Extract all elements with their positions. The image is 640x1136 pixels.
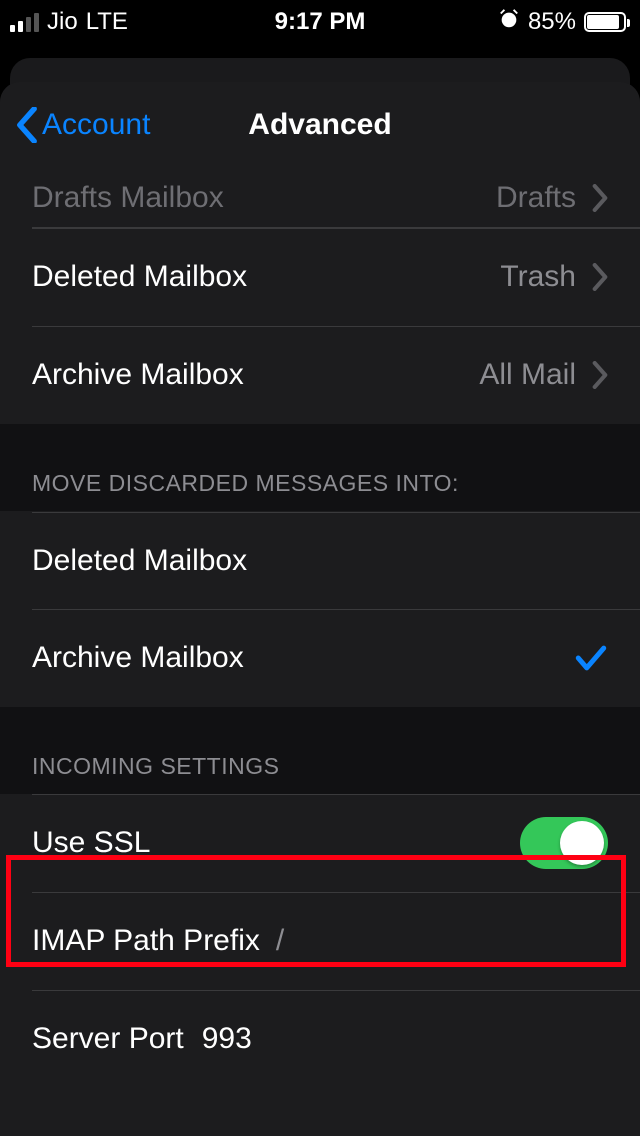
discarded-archive-label: Archive Mailbox	[32, 641, 574, 675]
chevron-right-icon	[592, 184, 608, 212]
network-label: LTE	[86, 8, 128, 36]
chevron-left-icon	[16, 107, 38, 143]
use-ssl-row[interactable]: Use SSL	[0, 794, 640, 892]
archive-mailbox-label: Archive Mailbox	[32, 358, 479, 392]
discarded-header: Move Discarded Messages Into:	[0, 424, 640, 511]
archive-mailbox-row[interactable]: Archive Mailbox All Mail	[0, 326, 640, 424]
chevron-right-icon	[592, 361, 608, 389]
deleted-mailbox-row[interactable]: Deleted Mailbox Trash	[0, 228, 640, 326]
archive-mailbox-value: All Mail	[479, 358, 576, 392]
status-right: 85%	[498, 8, 626, 36]
signal-icon	[10, 12, 39, 32]
drafts-mailbox-row[interactable]: Drafts Mailbox Drafts	[0, 168, 640, 228]
carrier-label: Jio	[47, 8, 78, 36]
use-ssl-toggle[interactable]	[520, 817, 608, 869]
drafts-mailbox-label: Drafts Mailbox	[32, 181, 496, 215]
page-title: Advanced	[248, 108, 391, 142]
incoming-header: Incoming Settings	[0, 707, 640, 794]
drafts-mailbox-value: Drafts	[496, 181, 576, 215]
status-bar: Jio LTE 9:17 PM 85%	[0, 0, 640, 44]
back-button[interactable]: Account	[16, 107, 150, 143]
settings-sheet: Account Advanced Drafts Mailbox Drafts D…	[0, 82, 640, 1136]
use-ssl-label: Use SSL	[32, 826, 520, 860]
back-label: Account	[42, 108, 150, 142]
imap-prefix-value: /	[276, 924, 284, 958]
discarded-deleted-label: Deleted Mailbox	[32, 544, 608, 578]
server-port-label: Server Port	[32, 1022, 184, 1056]
server-port-value: 993	[202, 1022, 252, 1056]
content-scroll[interactable]: Drafts Mailbox Drafts Deleted Mailbox Tr…	[0, 168, 640, 1136]
imap-prefix-label: IMAP Path Prefix	[32, 924, 260, 958]
deleted-mailbox-label: Deleted Mailbox	[32, 260, 500, 294]
battery-icon	[584, 12, 626, 32]
nav-bar: Account Advanced	[0, 82, 640, 168]
deleted-mailbox-value: Trash	[500, 260, 576, 294]
discarded-group: Deleted Mailbox Archive Mailbox	[0, 511, 640, 707]
chevron-right-icon	[592, 263, 608, 291]
clock-label: 9:17 PM	[275, 8, 366, 36]
incoming-group: Use SSL IMAP Path Prefix / Server Port 9…	[0, 794, 640, 1088]
alarm-icon	[498, 8, 520, 36]
discarded-deleted-row[interactable]: Deleted Mailbox	[0, 511, 640, 609]
imap-prefix-row[interactable]: IMAP Path Prefix /	[0, 892, 640, 990]
discarded-archive-row[interactable]: Archive Mailbox	[0, 609, 640, 707]
status-left: Jio LTE	[10, 8, 128, 36]
check-icon	[574, 641, 608, 675]
mailbox-behaviors-group: Drafts Mailbox Drafts Deleted Mailbox Tr…	[0, 168, 640, 424]
server-port-row[interactable]: Server Port 993	[0, 990, 640, 1088]
battery-percent: 85%	[528, 8, 576, 36]
